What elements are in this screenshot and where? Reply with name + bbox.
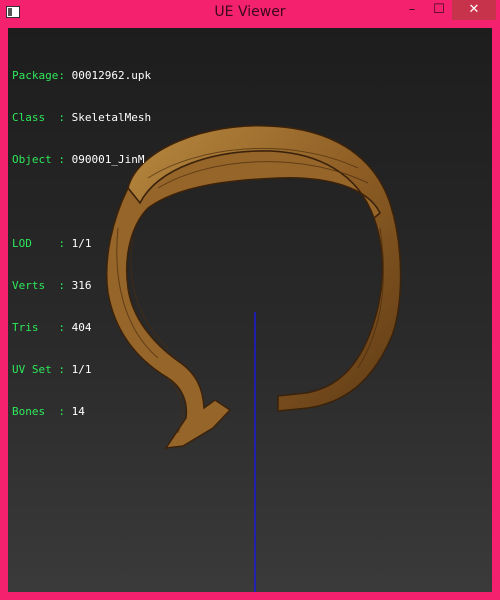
info-row-lod: LOD : 1/1 [12, 237, 151, 251]
info-row-uv-set: UV Set : 1/1 [12, 363, 151, 377]
app-window: UE Viewer – ☐ ✕ Package: 00012962.upk Cl… [0, 0, 500, 600]
info-value: 316 [71, 279, 92, 292]
info-label: Package: [12, 69, 65, 82]
info-value: 14 [71, 405, 85, 418]
info-row-tris: Tris : 404 [12, 321, 151, 335]
close-icon[interactable]: ✕ [452, 0, 496, 20]
info-value: 404 [71, 321, 92, 334]
mesh-info-panel: Package: 00012962.upk Class : SkeletalMe… [12, 41, 151, 447]
info-label: Tris : [12, 321, 65, 334]
title-bar[interactable]: UE Viewer – ☐ ✕ [0, 0, 500, 26]
info-value: 1/1 [71, 363, 92, 376]
maximize-icon[interactable]: ☐ [426, 0, 452, 20]
info-value: 00012962.upk [71, 69, 152, 82]
info-label: UV Set : [12, 363, 65, 376]
info-label: Object : [12, 153, 65, 166]
info-row-package: Package: 00012962.upk [12, 69, 151, 83]
info-label: Bones : [12, 405, 65, 418]
info-row-object: Object : 090001_JinM [12, 153, 151, 167]
info-label: Class : [12, 111, 65, 124]
info-value: 090001_JinM [71, 153, 145, 166]
info-value: 1/1 [71, 237, 92, 250]
minimize-icon[interactable]: – [398, 0, 426, 20]
info-value: SkeletalMesh [71, 111, 152, 124]
3d-viewport[interactable]: Package: 00012962.upk Class : SkeletalMe… [8, 28, 492, 592]
info-label: Verts : [12, 279, 65, 292]
info-label: LOD : [12, 237, 65, 250]
info-row-bones: Bones : 14 [12, 405, 151, 419]
info-row-verts: Verts : 316 [12, 279, 151, 293]
info-row-class: Class : SkeletalMesh [12, 111, 151, 125]
